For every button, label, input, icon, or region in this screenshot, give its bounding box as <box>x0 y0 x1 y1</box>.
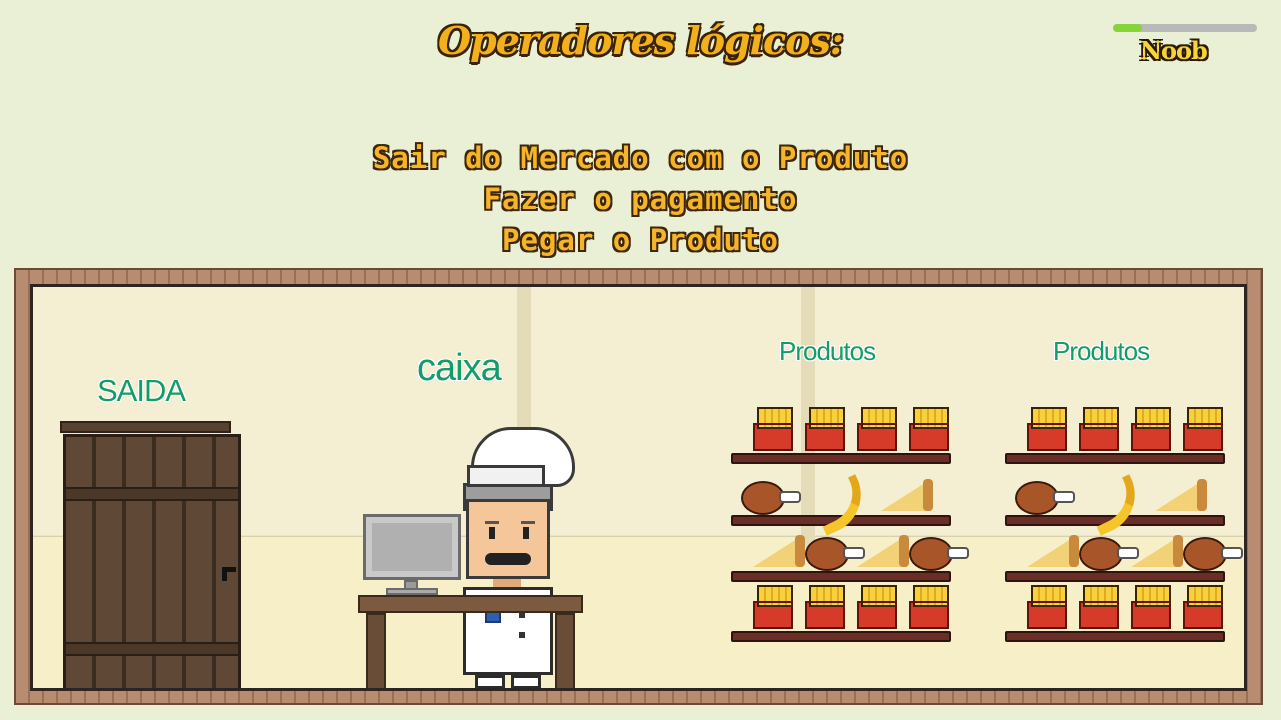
cashier-desk <box>358 595 583 613</box>
shelf-plank <box>731 631 951 642</box>
exit-label: SAIDA <box>97 373 186 408</box>
fries-icon[interactable] <box>1027 407 1067 451</box>
shelf-label: Produtos <box>1053 336 1150 366</box>
fries-icon[interactable] <box>753 407 793 451</box>
banana-icon[interactable] <box>811 479 861 519</box>
chef-eye <box>489 527 495 539</box>
chef-brow <box>485 521 499 524</box>
step-option-pick-product[interactable]: Pegar o Produto <box>0 220 1281 261</box>
product-shelf <box>731 405 969 675</box>
page-title: Operadores lógicos: <box>438 18 844 63</box>
chicken-leg-icon[interactable] <box>1183 535 1243 571</box>
fries-icon[interactable] <box>1027 585 1067 629</box>
chef-shoe <box>475 689 505 691</box>
fries-icon[interactable] <box>1079 407 1119 451</box>
chef-hat-band <box>467 465 545 487</box>
market-scene: SAIDA caixa Produtos Produtos <box>14 268 1263 705</box>
fries-icon[interactable] <box>805 585 845 629</box>
pizza-slice-icon[interactable] <box>857 535 909 569</box>
pizza-slice-icon[interactable] <box>1131 535 1183 569</box>
monitor-screen <box>372 523 452 571</box>
fries-icon[interactable] <box>1131 407 1171 451</box>
desk-leg <box>555 613 575 688</box>
chef-mustache <box>485 553 531 565</box>
exit-door[interactable] <box>63 434 241 688</box>
chicken-leg-icon[interactable] <box>805 535 865 571</box>
banana-icon[interactable] <box>1085 479 1135 519</box>
door-lintel <box>60 421 231 433</box>
level-label: Noob <box>1140 36 1208 65</box>
chef-brow <box>521 521 535 524</box>
coat-button <box>519 632 525 638</box>
market-interior: SAIDA caixa Produtos Produtos <box>30 284 1247 691</box>
step-option-pay[interactable]: Fazer o pagamento <box>0 179 1281 220</box>
pizza-slice-icon[interactable] <box>1027 535 1079 569</box>
pizza-slice-icon[interactable] <box>1155 479 1207 513</box>
shelf-plank <box>1005 571 1225 582</box>
pizza-slice-icon[interactable] <box>753 535 805 569</box>
fries-icon[interactable] <box>1183 585 1223 629</box>
chicken-leg-icon[interactable] <box>1015 479 1075 515</box>
shelf-plank <box>1005 453 1225 464</box>
fries-icon[interactable] <box>753 585 793 629</box>
fries-icon[interactable] <box>857 585 897 629</box>
fries-icon[interactable] <box>1131 585 1171 629</box>
chicken-leg-icon[interactable] <box>1079 535 1139 571</box>
step-list: Sair do Mercado com o Produto Fazer o pa… <box>0 138 1281 261</box>
fries-icon[interactable] <box>1079 585 1119 629</box>
computer-monitor-icon <box>363 514 461 580</box>
product-shelf <box>1005 405 1243 675</box>
cashier-label: caixa <box>417 347 502 389</box>
fries-icon[interactable] <box>909 585 949 629</box>
monitor-base <box>386 588 438 595</box>
shelf-label: Produtos <box>779 336 876 366</box>
pizza-slice-icon[interactable] <box>881 479 933 513</box>
chicken-leg-icon[interactable] <box>909 535 969 571</box>
fries-icon[interactable] <box>1183 407 1223 451</box>
step-option-exit-with-product[interactable]: Sair do Mercado com o Produto <box>0 138 1281 179</box>
fries-icon[interactable] <box>805 407 845 451</box>
chef-shoe <box>511 689 541 691</box>
door-crossbar <box>66 487 238 501</box>
chef-eye <box>523 527 529 539</box>
shelf-plank <box>731 453 951 464</box>
chicken-leg-icon[interactable] <box>741 479 801 515</box>
chef-face <box>466 499 550 579</box>
fries-icon[interactable] <box>857 407 897 451</box>
chef-neck <box>493 579 521 587</box>
desk-leg <box>366 613 386 688</box>
level-progress-bar <box>1113 24 1257 32</box>
chef-leg <box>475 675 505 688</box>
level-progress-fill <box>1113 24 1142 32</box>
fries-icon[interactable] <box>909 407 949 451</box>
chef-leg <box>511 675 541 688</box>
shelf-plank <box>731 571 951 582</box>
shelf-plank <box>1005 631 1225 642</box>
door-crossbar <box>66 642 238 656</box>
door-handle-icon <box>222 567 236 581</box>
